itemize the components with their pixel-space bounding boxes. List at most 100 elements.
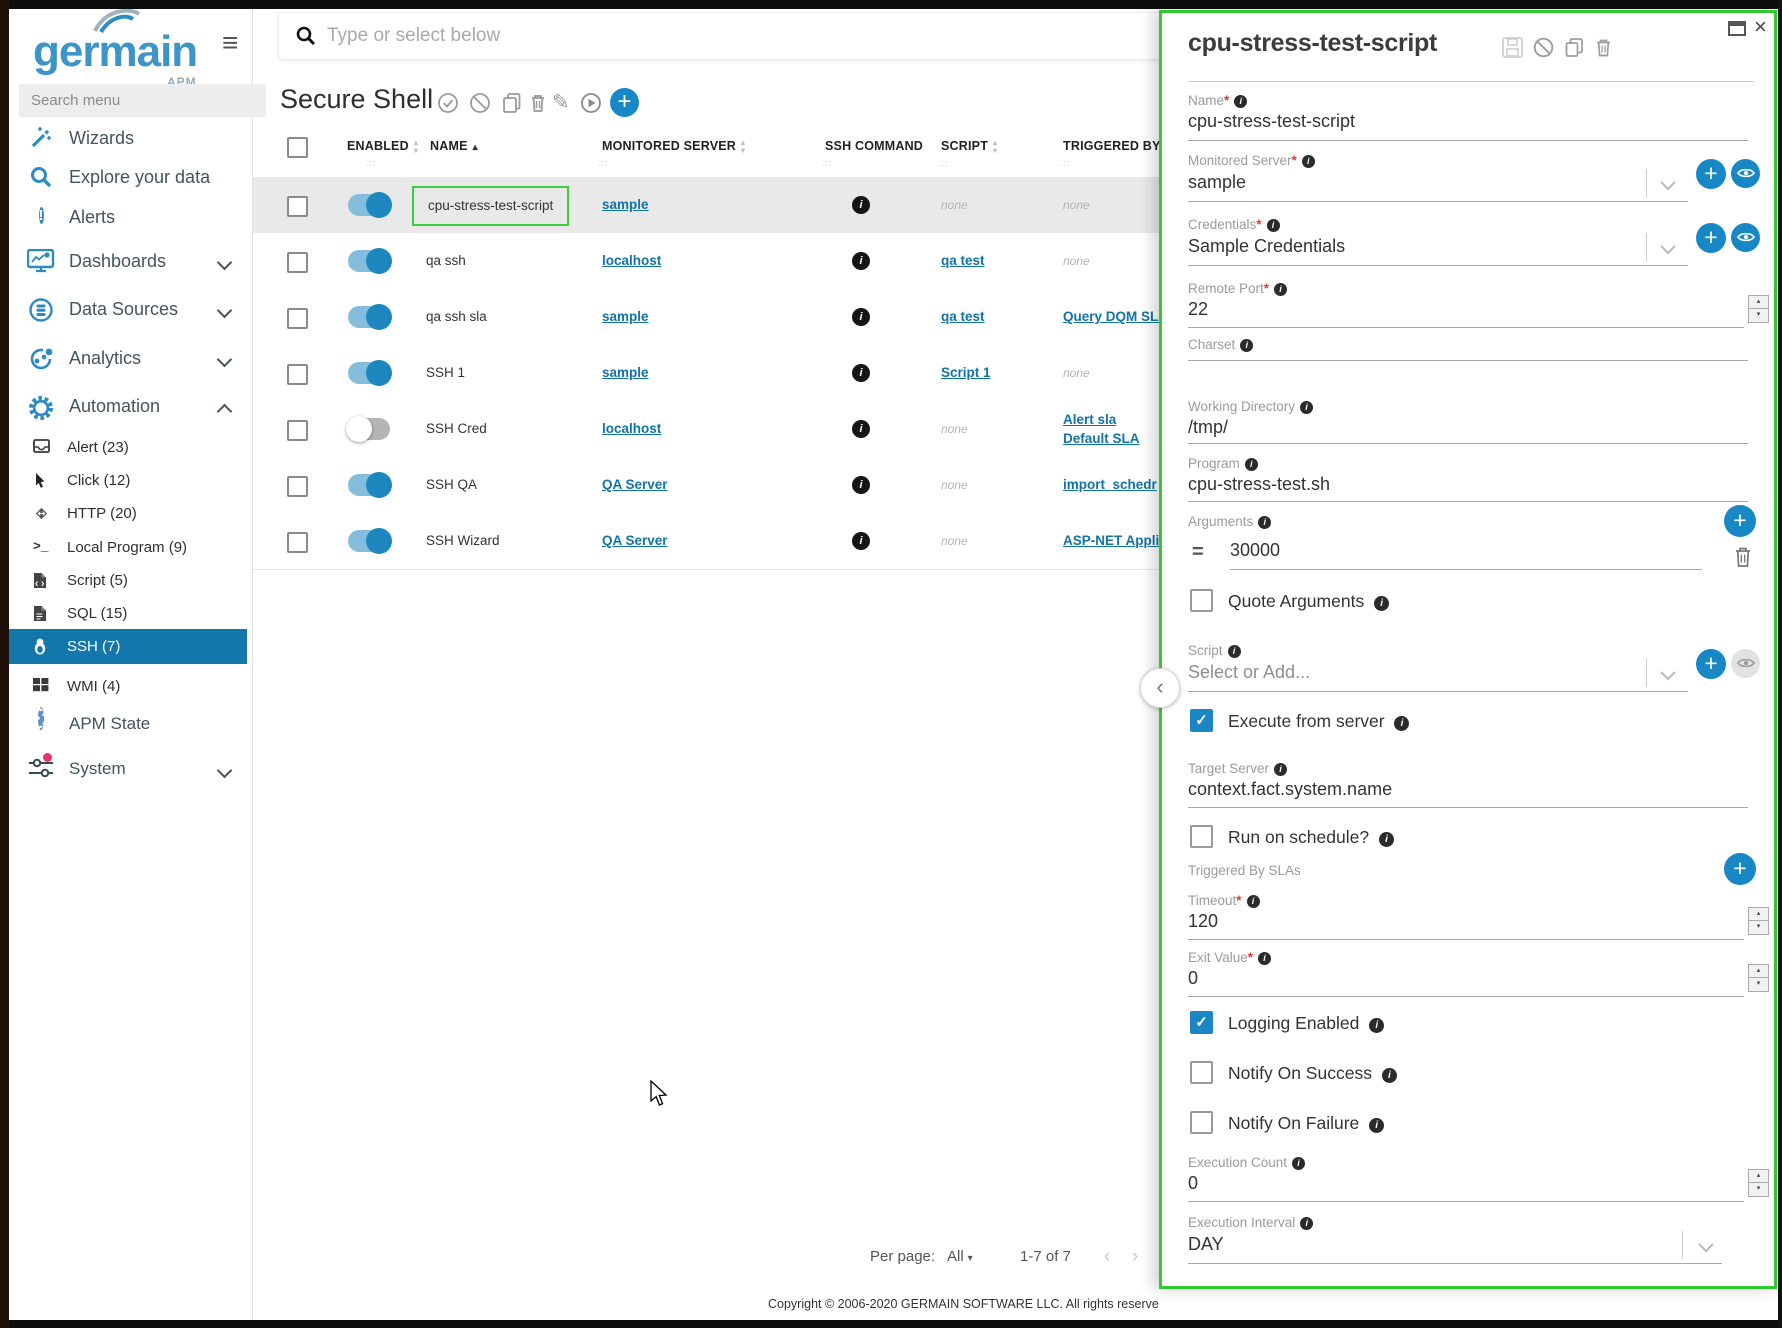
add-button[interactable]: + <box>610 88 639 117</box>
info-icon[interactable]: i <box>852 420 870 438</box>
table-row[interactable]: SSH 1 sample i Script 1 none <box>252 345 1182 402</box>
script-cell[interactable]: qa test <box>941 289 985 345</box>
column-grip-icon[interactable]: .:: <box>598 158 609 168</box>
info-icon[interactable]: i <box>1247 895 1260 908</box>
number-stepper[interactable]: ▴▾ <box>1748 1169 1769 1197</box>
row-checkbox[interactable] <box>287 532 308 553</box>
info-icon[interactable]: i <box>852 532 870 550</box>
sidebar-item-click[interactable]: Click (12) <box>9 464 247 497</box>
sidebar-item-data-sources[interactable]: Data Sources <box>9 291 252 329</box>
copy-icon[interactable] <box>1564 37 1584 57</box>
column-grip-icon[interactable]: .:: <box>1060 158 1071 168</box>
info-icon[interactable]: i <box>1228 645 1241 658</box>
sidebar-item-dashboards[interactable]: Dashboards <box>9 243 252 281</box>
exit-value-field-value[interactable]: 0 <box>1188 968 1198 989</box>
row-checkbox[interactable] <box>287 476 308 497</box>
table-row[interactable]: cpu-stress-test-script sample i none non… <box>252 177 1182 234</box>
sidebar-item-system[interactable]: System <box>9 751 252 789</box>
sort-icons[interactable]: ▴▾ <box>993 139 997 155</box>
column-grip-icon[interactable]: .:: <box>822 158 833 168</box>
logo[interactable]: germain <box>33 27 197 77</box>
info-icon[interactable]: i <box>1274 283 1287 296</box>
maximize-icon[interactable] <box>1728 21 1746 41</box>
table-row[interactable]: SSH Cred localhost i none Alert sla Defa… <box>252 401 1182 458</box>
monitored-server-link[interactable]: sample <box>602 177 649 233</box>
table-row[interactable]: SSH QA QA Server i none import_schedr <box>252 457 1182 514</box>
row-checkbox[interactable] <box>287 196 308 217</box>
table-row[interactable]: SSH Wizard QA Server i none ASP-NET Appl… <box>252 513 1182 570</box>
column-header-ssh-command[interactable]: SSH COMMAND <box>825 132 923 160</box>
monitored-server-field-value[interactable]: sample <box>1188 172 1246 193</box>
logging-enabled-checkbox[interactable]: ✓ <box>1190 1011 1213 1034</box>
select-all-checkbox[interactable] <box>287 137 308 158</box>
column-grip-icon[interactable]: .:: <box>366 158 377 168</box>
sidebar-item-sql[interactable]: SQL (15) <box>9 597 247 630</box>
hamburger-menu-icon[interactable]: ≡ <box>222 27 238 59</box>
info-icon[interactable]: i <box>1300 1217 1313 1230</box>
info-icon[interactable]: i <box>1302 155 1315 168</box>
column-header-name[interactable]: NAME▴ <box>430 132 478 162</box>
row-checkbox[interactable] <box>287 252 308 273</box>
info-icon[interactable]: i <box>1374 596 1389 611</box>
column-grip-icon[interactable]: .:: <box>938 158 949 168</box>
remote-port-field-value[interactable]: 22 <box>1188 299 1208 320</box>
execution-count-field-value[interactable]: 0 <box>1188 1173 1198 1194</box>
chevron-down-icon[interactable] <box>1698 1240 1714 1258</box>
monitored-server-link[interactable]: localhost <box>602 401 661 457</box>
table-row[interactable]: qa ssh sla sample i qa test Query DQM SL… <box>252 289 1182 346</box>
info-icon[interactable]: i <box>1258 516 1271 529</box>
chevron-down-icon[interactable] <box>1660 178 1676 196</box>
triggered-by-cell[interactable]: Default SLA <box>1063 430 1140 448</box>
sidebar-item-alerts[interactable]: ! Alerts <box>9 199 252 237</box>
column-header-enabled[interactable]: ENABLED▴▾ <box>347 132 418 160</box>
prev-page-button[interactable]: ‹ <box>1104 1246 1110 1268</box>
column-header-triggered-by[interactable]: TRIGGERED BY S <box>1063 132 1173 160</box>
notify-on-failure-checkbox[interactable] <box>1190 1111 1213 1134</box>
execute-from-server-checkbox[interactable]: ✓ <box>1190 709 1213 732</box>
delete-argument-icon[interactable] <box>1732 545 1754 574</box>
row-checkbox[interactable] <box>287 308 308 329</box>
sidebar-item-script[interactable]: Script (5) <box>9 564 247 597</box>
monitored-server-link[interactable]: sample <box>602 345 649 401</box>
delete-icon[interactable] <box>1593 37 1613 57</box>
sort-icons[interactable]: ▴▾ <box>414 139 418 155</box>
per-page-select[interactable]: All▾ <box>947 1248 973 1265</box>
info-icon[interactable]: i <box>1382 1068 1397 1083</box>
approve-icon[interactable] <box>437 92 459 114</box>
info-icon[interactable]: i <box>1300 401 1313 414</box>
sort-icons[interactable]: ▴▾ <box>741 139 745 155</box>
number-stepper[interactable]: ▴▾ <box>1748 964 1769 992</box>
script-cell[interactable]: Script 1 <box>941 345 991 401</box>
sidebar-item-analytics[interactable]: Analytics <box>9 340 252 378</box>
target-server-field-value[interactable]: context.fact.system.name <box>1188 779 1392 800</box>
triggered-by-cell[interactable]: import_schedr <box>1063 457 1157 513</box>
monitored-server-link[interactable]: QA Server <box>602 457 668 513</box>
next-page-button[interactable]: › <box>1132 1246 1138 1268</box>
info-icon[interactable]: i <box>852 364 870 382</box>
info-icon[interactable]: i <box>852 476 870 494</box>
quote-arguments-checkbox[interactable] <box>1190 589 1213 612</box>
number-stepper[interactable]: ▴▾ <box>1748 295 1769 323</box>
working-directory-field-value[interactable]: /tmp/ <box>1188 417 1228 438</box>
info-icon[interactable]: i <box>1267 219 1280 232</box>
monitored-server-link[interactable]: sample <box>602 289 649 345</box>
info-icon[interactable]: i <box>852 252 870 270</box>
execution-interval-field-value[interactable]: DAY <box>1188 1234 1224 1255</box>
enabled-toggle[interactable] <box>348 530 390 552</box>
sort-asc-icon[interactable]: ▴ <box>473 142 478 153</box>
sidebar-item-apm-state[interactable]: APM State <box>9 706 252 744</box>
info-icon[interactable]: i <box>852 308 870 326</box>
monitored-server-link[interactable]: QA Server <box>602 513 668 569</box>
number-stepper[interactable]: ▴▾ <box>1748 907 1769 935</box>
sidebar-item-automation[interactable]: Automation <box>9 388 252 426</box>
name-field-value[interactable]: cpu-stress-test-script <box>1188 111 1355 132</box>
enabled-toggle[interactable] <box>348 250 390 272</box>
notify-on-success-checkbox[interactable] <box>1190 1061 1213 1084</box>
enabled-toggle[interactable] <box>348 474 390 496</box>
enabled-toggle[interactable] <box>348 418 390 440</box>
sidebar-item-wizards[interactable]: Wizards <box>9 120 252 158</box>
close-icon[interactable]: × <box>1754 14 1767 40</box>
disable-icon[interactable] <box>1533 37 1553 57</box>
argument-value[interactable]: 30000 <box>1230 540 1280 561</box>
info-icon[interactable]: i <box>1369 1018 1384 1033</box>
